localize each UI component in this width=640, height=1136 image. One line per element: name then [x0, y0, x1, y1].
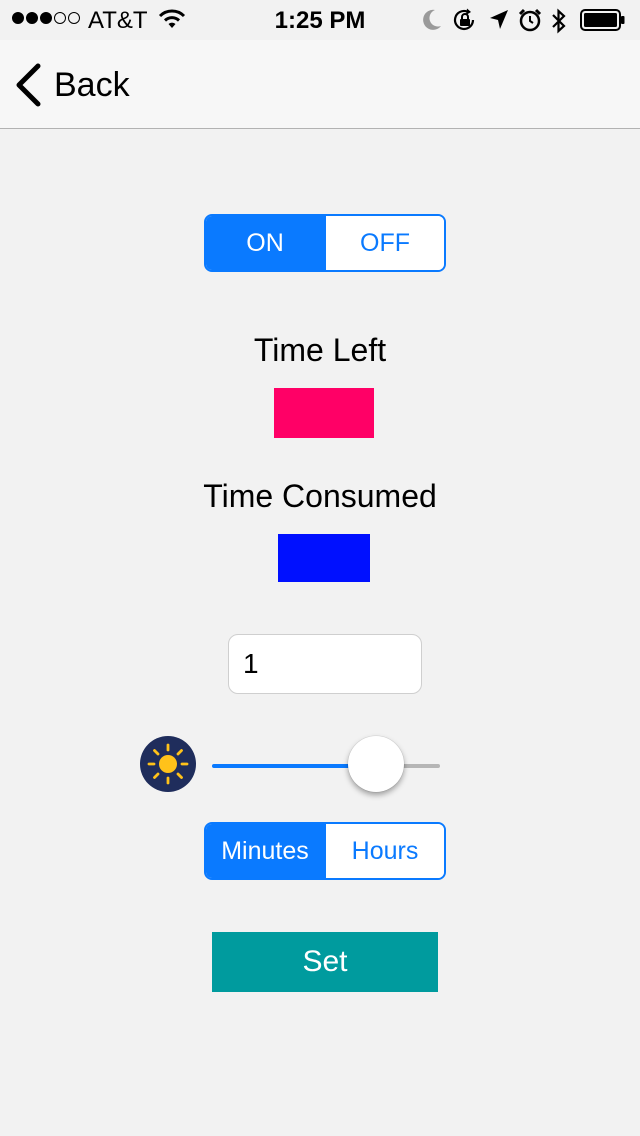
- power-off-segment[interactable]: OFF: [324, 216, 444, 270]
- back-label: Back: [54, 65, 130, 104]
- power-on-segment[interactable]: ON: [206, 216, 324, 270]
- battery-icon: [580, 9, 626, 31]
- slider-thumb[interactable]: [348, 736, 404, 792]
- moon-icon: [423, 9, 441, 30]
- navigation-bar: Back: [0, 40, 640, 129]
- time-consumed-label: Time Consumed: [203, 478, 437, 514]
- unit-toggle: Minutes Hours: [204, 822, 446, 880]
- hours-segment[interactable]: Hours: [324, 824, 444, 878]
- status-bar: AT&T 1:25 PM: [0, 0, 640, 40]
- minutes-segment[interactable]: Minutes: [206, 824, 324, 878]
- duration-input[interactable]: [228, 634, 422, 694]
- rotation-lock-icon: [453, 8, 475, 31]
- back-button[interactable]: Back: [14, 60, 130, 110]
- bluetooth-icon: [552, 8, 566, 34]
- time-consumed-swatch: [278, 534, 370, 582]
- time-left-label: Time Left: [253, 332, 387, 368]
- power-toggle: ON OFF: [204, 214, 446, 272]
- location-icon: [490, 10, 508, 29]
- set-button[interactable]: Set: [212, 932, 438, 992]
- chevron-left-icon: [16, 63, 41, 107]
- time-left-swatch: [274, 388, 374, 438]
- status-time: 1:25 PM: [274, 7, 366, 34]
- sun-icon: [140, 736, 196, 792]
- alarm-icon: [518, 8, 542, 32]
